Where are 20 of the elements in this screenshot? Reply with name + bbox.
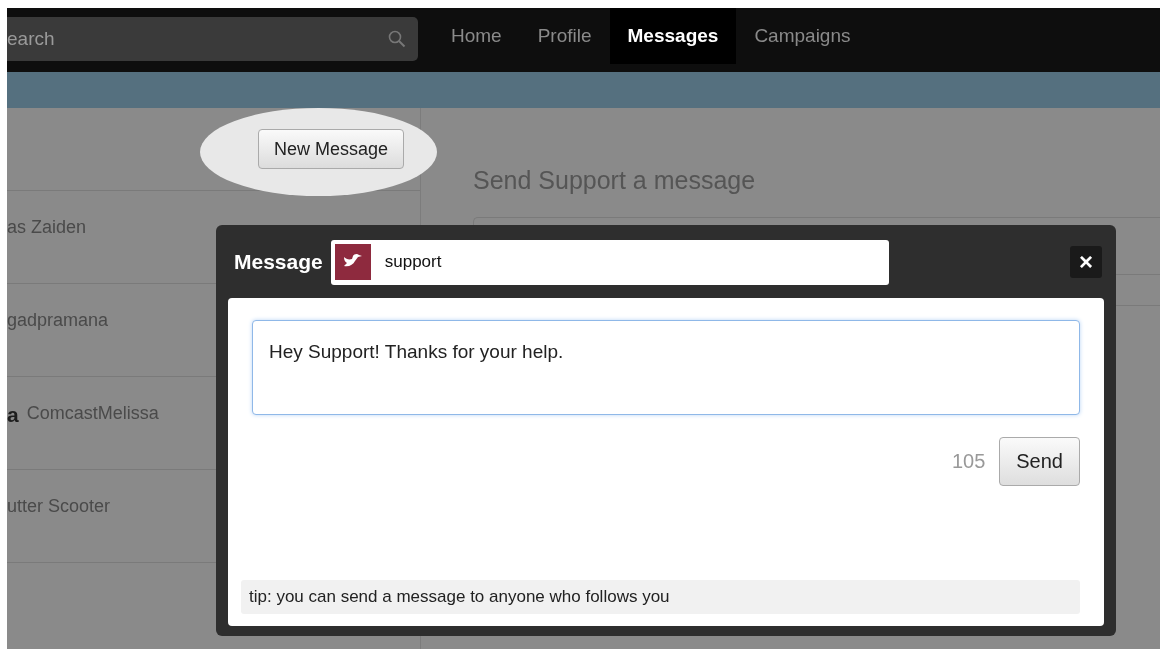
nav-tab[interactable]: Campaigns: [736, 8, 869, 64]
search-field[interactable]: earch: [7, 17, 418, 61]
search-icon: [388, 30, 406, 48]
nav-tab[interactable]: Messages: [609, 8, 737, 64]
tip-text: tip: you can send a message to anyone who follows you: [241, 580, 1080, 614]
close-button[interactable]: ×: [1070, 246, 1102, 278]
nav-tab[interactable]: Profile: [519, 8, 610, 64]
conversation-handle: gadpramana: [7, 310, 109, 331]
recipient-field[interactable]: support: [330, 239, 889, 285]
message-field[interactable]: Hey Support! Thanks for your help.: [252, 320, 1080, 415]
conversation-name: a: [7, 403, 19, 427]
dialog-title: Message: [234, 250, 323, 274]
conversation-handle: ComcastMelissa: [26, 403, 159, 424]
character-count: 105: [951, 450, 986, 473]
new-message-button[interactable]: New Message: [257, 129, 404, 169]
conversation-handle: as Zaiden: [7, 217, 87, 238]
bird-icon: [334, 244, 371, 280]
conversation-handle: utter Scooter: [7, 496, 111, 517]
nav-tab[interactable]: Home: [433, 8, 520, 64]
send-button[interactable]: Send: [999, 437, 1080, 486]
